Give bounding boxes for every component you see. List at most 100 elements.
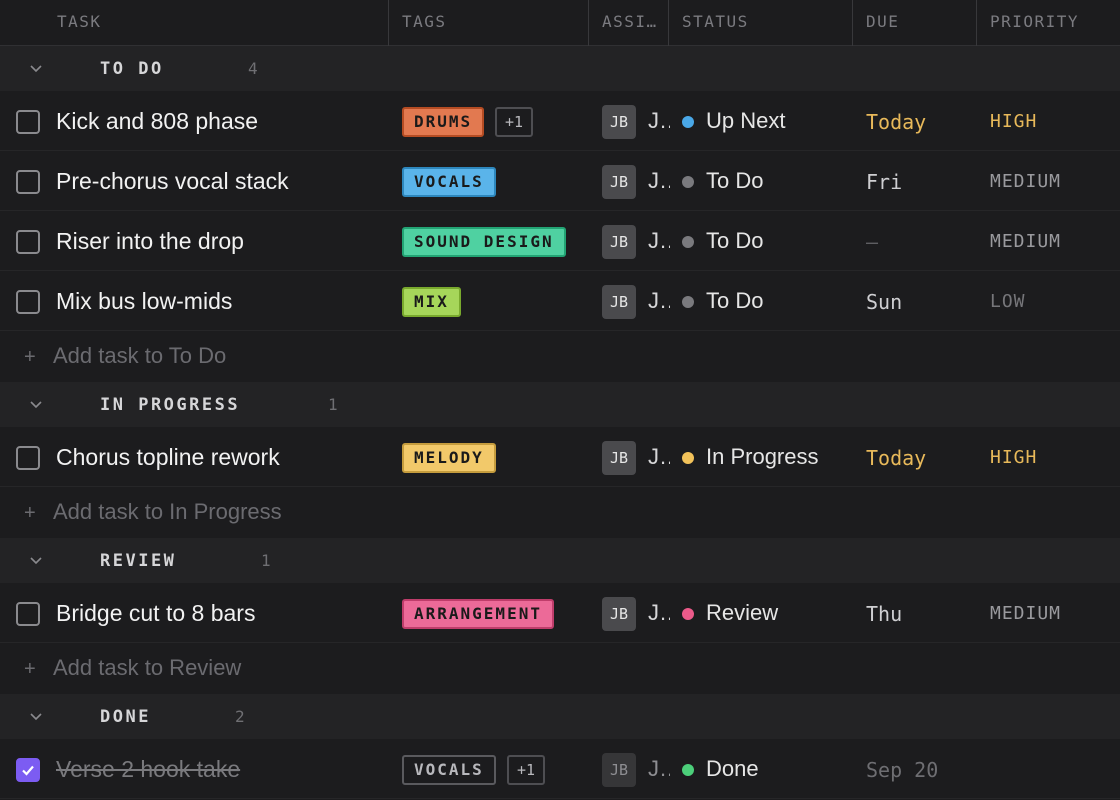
- due-date[interactable]: Sep 20: [866, 739, 938, 800]
- due-date[interactable]: Today: [866, 427, 926, 489]
- tag-badge[interactable]: VOCALS: [402, 755, 496, 785]
- due-date[interactable]: —: [866, 211, 878, 273]
- assignee-name: J…: [648, 168, 670, 193]
- column-divider[interactable]: [852, 0, 853, 46]
- more-tags-badge[interactable]: +1: [495, 107, 534, 137]
- column-divider[interactable]: [588, 0, 589, 46]
- column-priority[interactable]: PRIORITY: [990, 0, 1120, 46]
- avatar: JB: [602, 165, 636, 199]
- more-tags-badge[interactable]: +1: [507, 755, 546, 785]
- column-status[interactable]: STATUS: [682, 0, 842, 46]
- status-dot: [682, 764, 694, 776]
- task-name[interactable]: Kick and 808 phase: [56, 91, 258, 151]
- column-divider[interactable]: [388, 0, 389, 46]
- group-header-in-progress[interactable]: IN PROGRESS 1: [0, 382, 1120, 428]
- group-name: REVIEW: [100, 551, 177, 571]
- assignee-name: J…: [648, 108, 670, 133]
- tag-badge[interactable]: ARRANGEMENT: [402, 599, 554, 629]
- task-checkbox[interactable]: [16, 290, 40, 314]
- status-label[interactable]: Done: [706, 739, 759, 799]
- group-header-done[interactable]: DONE 2: [0, 694, 1120, 740]
- due-date[interactable]: Today: [866, 91, 926, 153]
- task-name[interactable]: Bridge cut to 8 bars: [56, 583, 255, 643]
- priority-label[interactable]: HIGH: [990, 427, 1037, 489]
- task-checkbox-checked[interactable]: [16, 758, 40, 782]
- group-header-todo[interactable]: TO DO 4: [0, 46, 1120, 92]
- check-icon: [22, 765, 34, 776]
- assignee-name: J…: [648, 288, 670, 313]
- column-task[interactable]: TASK: [57, 0, 377, 46]
- tag-badge[interactable]: MIX: [402, 287, 461, 317]
- assignee-name: J…: [648, 600, 670, 625]
- status-label[interactable]: Up Next: [706, 91, 785, 151]
- due-date[interactable]: Thu: [866, 583, 902, 645]
- chevron-down-icon[interactable]: [28, 708, 44, 724]
- task-row[interactable]: Mix bus low-mids MIX JB J… To Do Sun LOW: [0, 271, 1120, 331]
- plus-icon: +: [24, 346, 36, 368]
- column-due[interactable]: DUE: [866, 0, 966, 46]
- due-date[interactable]: Fri: [866, 151, 902, 213]
- plus-icon: +: [24, 502, 36, 524]
- task-row[interactable]: Pre-chorus vocal stack VOCALS JB J… To D…: [0, 151, 1120, 211]
- status-dot: [682, 236, 694, 248]
- group-count: 4: [248, 59, 258, 78]
- task-name[interactable]: Pre-chorus vocal stack: [56, 151, 289, 211]
- add-task-todo[interactable]: + Add task to To Do: [0, 331, 1120, 381]
- priority-label[interactable]: MEDIUM: [990, 151, 1061, 213]
- chevron-down-icon[interactable]: [28, 396, 44, 412]
- task-checkbox[interactable]: [16, 446, 40, 470]
- status-dot: [682, 608, 694, 620]
- task-row[interactable]: Bridge cut to 8 bars ARRANGEMENT JB J… R…: [0, 583, 1120, 643]
- tag-badge[interactable]: DRUMS: [402, 107, 485, 137]
- group-header-review[interactable]: REVIEW 1: [0, 538, 1120, 584]
- task-name[interactable]: Mix bus low-mids: [56, 271, 232, 331]
- task-name[interactable]: Riser into the drop: [56, 211, 244, 271]
- add-task-in-progress[interactable]: + Add task to In Progress: [0, 487, 1120, 537]
- task-name[interactable]: Verse 2 hook take: [56, 739, 240, 799]
- status-dot: [682, 296, 694, 308]
- task-checkbox[interactable]: [16, 110, 40, 134]
- status-dot: [682, 176, 694, 188]
- assignee-name: J…: [648, 756, 670, 781]
- group-name: IN PROGRESS: [100, 395, 241, 415]
- add-task-review[interactable]: + Add task to Review: [0, 643, 1120, 693]
- priority-label[interactable]: MEDIUM: [990, 583, 1061, 645]
- task-row[interactable]: Verse 2 hook take VOCALS +1 JB J… Done S…: [0, 739, 1120, 799]
- task-row[interactable]: Chorus topline rework MELODY JB J… In Pr…: [0, 427, 1120, 487]
- avatar: JB: [602, 225, 636, 259]
- status-label[interactable]: In Progress: [706, 427, 819, 487]
- status-label[interactable]: To Do: [706, 151, 763, 211]
- tag-badge[interactable]: VOCALS: [402, 167, 496, 197]
- group-name: DONE: [100, 707, 151, 727]
- column-divider[interactable]: [668, 0, 669, 46]
- task-row[interactable]: Riser into the drop SOUND DESIGN JB J… T…: [0, 211, 1120, 271]
- plus-icon: +: [24, 658, 36, 680]
- status-label[interactable]: To Do: [706, 211, 763, 271]
- task-row[interactable]: Kick and 808 phase DRUMS +1 JB J… Up Nex…: [0, 91, 1120, 151]
- add-task-label[interactable]: Add task to To Do: [53, 331, 226, 381]
- task-checkbox[interactable]: [16, 602, 40, 626]
- status-label[interactable]: Review: [706, 583, 778, 643]
- add-task-label[interactable]: Add task to In Progress: [53, 487, 282, 537]
- priority-label[interactable]: LOW: [990, 271, 1026, 333]
- column-divider[interactable]: [976, 0, 977, 46]
- task-checkbox[interactable]: [16, 230, 40, 254]
- task-name[interactable]: Chorus topline rework: [56, 427, 280, 487]
- chevron-down-icon[interactable]: [28, 60, 44, 76]
- column-tags[interactable]: TAGS: [402, 0, 582, 46]
- avatar: JB: [602, 105, 636, 139]
- avatar: JB: [602, 441, 636, 475]
- priority-label[interactable]: MEDIUM: [990, 211, 1061, 273]
- task-checkbox[interactable]: [16, 170, 40, 194]
- group-count: 2: [235, 707, 245, 726]
- status-dot: [682, 116, 694, 128]
- tag-badge[interactable]: SOUND DESIGN: [402, 227, 566, 257]
- priority-label[interactable]: HIGH: [990, 91, 1037, 153]
- due-date[interactable]: Sun: [866, 271, 902, 333]
- tag-badge[interactable]: MELODY: [402, 443, 496, 473]
- avatar: JB: [602, 753, 636, 787]
- add-task-label[interactable]: Add task to Review: [53, 643, 241, 693]
- status-label[interactable]: To Do: [706, 271, 763, 331]
- chevron-down-icon[interactable]: [28, 552, 44, 568]
- column-assignee[interactable]: ASSI…: [602, 0, 668, 46]
